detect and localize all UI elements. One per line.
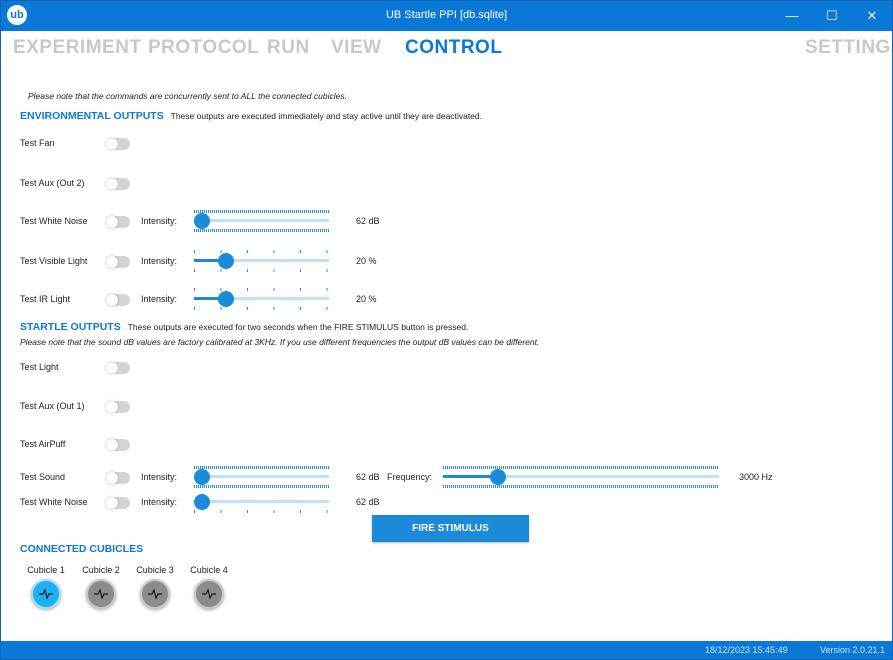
test-light-label: Test Light bbox=[20, 362, 59, 372]
startle-white-noise-intensity-label: Intensity: bbox=[141, 497, 178, 507]
visible-light-label: Test Visible Light bbox=[20, 256, 88, 266]
tab-control[interactable]: CONTROL bbox=[405, 37, 502, 59]
frequency-value: 3000 Hz bbox=[739, 472, 773, 482]
cubicle-label: Cubicle 1 bbox=[27, 565, 65, 575]
test-airpuff-toggle[interactable] bbox=[106, 439, 130, 451]
startle-white-noise-label: Test White Noise bbox=[20, 497, 88, 507]
activity-icon bbox=[148, 588, 162, 600]
test-sound-toggle[interactable] bbox=[106, 472, 130, 484]
env-white-noise-value: 62 dB bbox=[356, 216, 380, 226]
env-white-noise-intensity-slider[interactable] bbox=[194, 210, 329, 232]
cubicle-label: Cubicle 2 bbox=[82, 565, 120, 575]
ir-light-intensity-label: Intensity: bbox=[141, 294, 178, 304]
startle-white-noise-toggle[interactable] bbox=[106, 497, 130, 509]
cubicle-status-button[interactable] bbox=[31, 579, 61, 609]
visible-light-toggle[interactable] bbox=[106, 256, 130, 268]
broadcast-note: Please note that the commands are concur… bbox=[28, 91, 347, 101]
test-sound-intensity-slider[interactable] bbox=[194, 466, 329, 488]
environmental-outputs-heading: ENVIRONMENTAL OUTPUTS These outputs are … bbox=[20, 110, 482, 122]
test-sound-label: Test Sound bbox=[20, 472, 66, 482]
cubicle-2[interactable]: Cubicle 2 bbox=[76, 565, 126, 609]
activity-icon bbox=[202, 588, 216, 600]
environmental-outputs-title: ENVIRONMENTAL OUTPUTS bbox=[20, 110, 164, 122]
status-bar: 18/12/2023 15:45:49 Version 2.0.21.1 bbox=[1, 641, 892, 659]
cubicle-4[interactable]: Cubicle 4 bbox=[184, 565, 234, 609]
close-button[interactable]: ✕ bbox=[852, 3, 892, 29]
slider-thumb[interactable] bbox=[217, 253, 234, 269]
startle-outputs-title: STARTLE OUTPUTS bbox=[20, 321, 121, 333]
ir-light-toggle[interactable] bbox=[106, 294, 130, 306]
status-version: Version 2.0.21.1 bbox=[820, 645, 886, 655]
slider-thumb[interactable] bbox=[194, 213, 210, 229]
slider-thumb[interactable] bbox=[194, 494, 210, 510]
startle-white-noise-value: 62 dB bbox=[356, 497, 380, 507]
tab-run[interactable]: RUN bbox=[267, 37, 310, 59]
slider-thumb[interactable] bbox=[194, 469, 210, 485]
visible-light-intensity-slider[interactable] bbox=[194, 250, 329, 272]
minimize-button[interactable]: — bbox=[772, 3, 812, 29]
tab-experiment[interactable]: EXPERIMENT bbox=[13, 37, 142, 59]
test-aux-out1-toggle[interactable] bbox=[106, 401, 130, 413]
fire-stimulus-button[interactable]: FIRE STIMULUS bbox=[372, 515, 529, 542]
test-fan-toggle[interactable] bbox=[106, 138, 130, 150]
tab-settings[interactable]: SETTINGS bbox=[805, 37, 892, 59]
cubicle-3[interactable]: Cubicle 3 bbox=[130, 565, 180, 609]
test-sound-value: 62 dB bbox=[356, 472, 380, 482]
env-white-noise-toggle[interactable] bbox=[106, 216, 130, 228]
test-sound-intensity-label: Intensity: bbox=[141, 472, 178, 482]
app-window: ub UB Startle PPI [db.sqlite] — ☐ ✕ EXPE… bbox=[0, 0, 893, 660]
test-light-toggle[interactable] bbox=[106, 362, 130, 374]
test-aux-out2-label: Test Aux (Out 2) bbox=[20, 178, 85, 188]
maximize-button[interactable]: ☐ bbox=[812, 3, 852, 29]
frequency-slider[interactable] bbox=[443, 466, 719, 488]
cubicle-status-button[interactable] bbox=[86, 579, 116, 609]
cubicle-1[interactable]: Cubicle 1 bbox=[21, 565, 71, 609]
startle-white-noise-intensity-slider[interactable] bbox=[194, 491, 329, 513]
env-white-noise-label: Test White Noise bbox=[20, 216, 88, 226]
ir-light-label: Test IR Light bbox=[20, 294, 71, 304]
ir-light-value: 20 % bbox=[356, 294, 377, 304]
cubicle-status-button[interactable] bbox=[140, 579, 170, 609]
test-aux-out2-toggle[interactable] bbox=[106, 178, 130, 190]
env-white-noise-intensity-label: Intensity: bbox=[141, 216, 178, 226]
activity-icon bbox=[39, 588, 53, 600]
calibration-note: Please note that the sound dB values are… bbox=[20, 337, 540, 347]
environmental-outputs-desc: These outputs are executed immediately a… bbox=[170, 111, 482, 121]
cubicle-label: Cubicle 4 bbox=[190, 565, 228, 575]
slider-thumb[interactable] bbox=[217, 291, 234, 307]
test-airpuff-label: Test AirPuff bbox=[20, 439, 66, 449]
test-fan-label: Test Fan bbox=[20, 138, 55, 148]
title-bar: ub UB Startle PPI [db.sqlite] — ☐ ✕ bbox=[1, 1, 892, 31]
visible-light-intensity-label: Intensity: bbox=[141, 256, 178, 266]
status-datetime: 18/12/2023 15:45:49 bbox=[705, 645, 788, 655]
main-nav: EXPERIMENT PROTOCOL RUN VIEW CONTROL SET… bbox=[13, 37, 892, 61]
cubicle-label: Cubicle 3 bbox=[136, 565, 174, 575]
cubicle-status-button[interactable] bbox=[194, 579, 224, 609]
slider-thumb[interactable] bbox=[489, 469, 506, 485]
startle-outputs-desc: These outputs are executed for two secon… bbox=[127, 322, 469, 332]
test-aux-out1-label: Test Aux (Out 1) bbox=[20, 401, 85, 411]
tab-protocol[interactable]: PROTOCOL bbox=[148, 37, 259, 59]
startle-outputs-heading: STARTLE OUTPUTS These outputs are execut… bbox=[20, 321, 468, 333]
tab-view[interactable]: VIEW bbox=[331, 37, 382, 59]
window-title: UB Startle PPI [db.sqlite] bbox=[385, 9, 508, 21]
activity-icon bbox=[94, 588, 108, 600]
connected-cubicles-title: CONNECTED CUBICLES bbox=[20, 543, 144, 555]
ir-light-intensity-slider[interactable] bbox=[194, 288, 329, 310]
frequency-label: Frequency: bbox=[387, 472, 433, 482]
visible-light-value: 20 % bbox=[356, 256, 377, 266]
